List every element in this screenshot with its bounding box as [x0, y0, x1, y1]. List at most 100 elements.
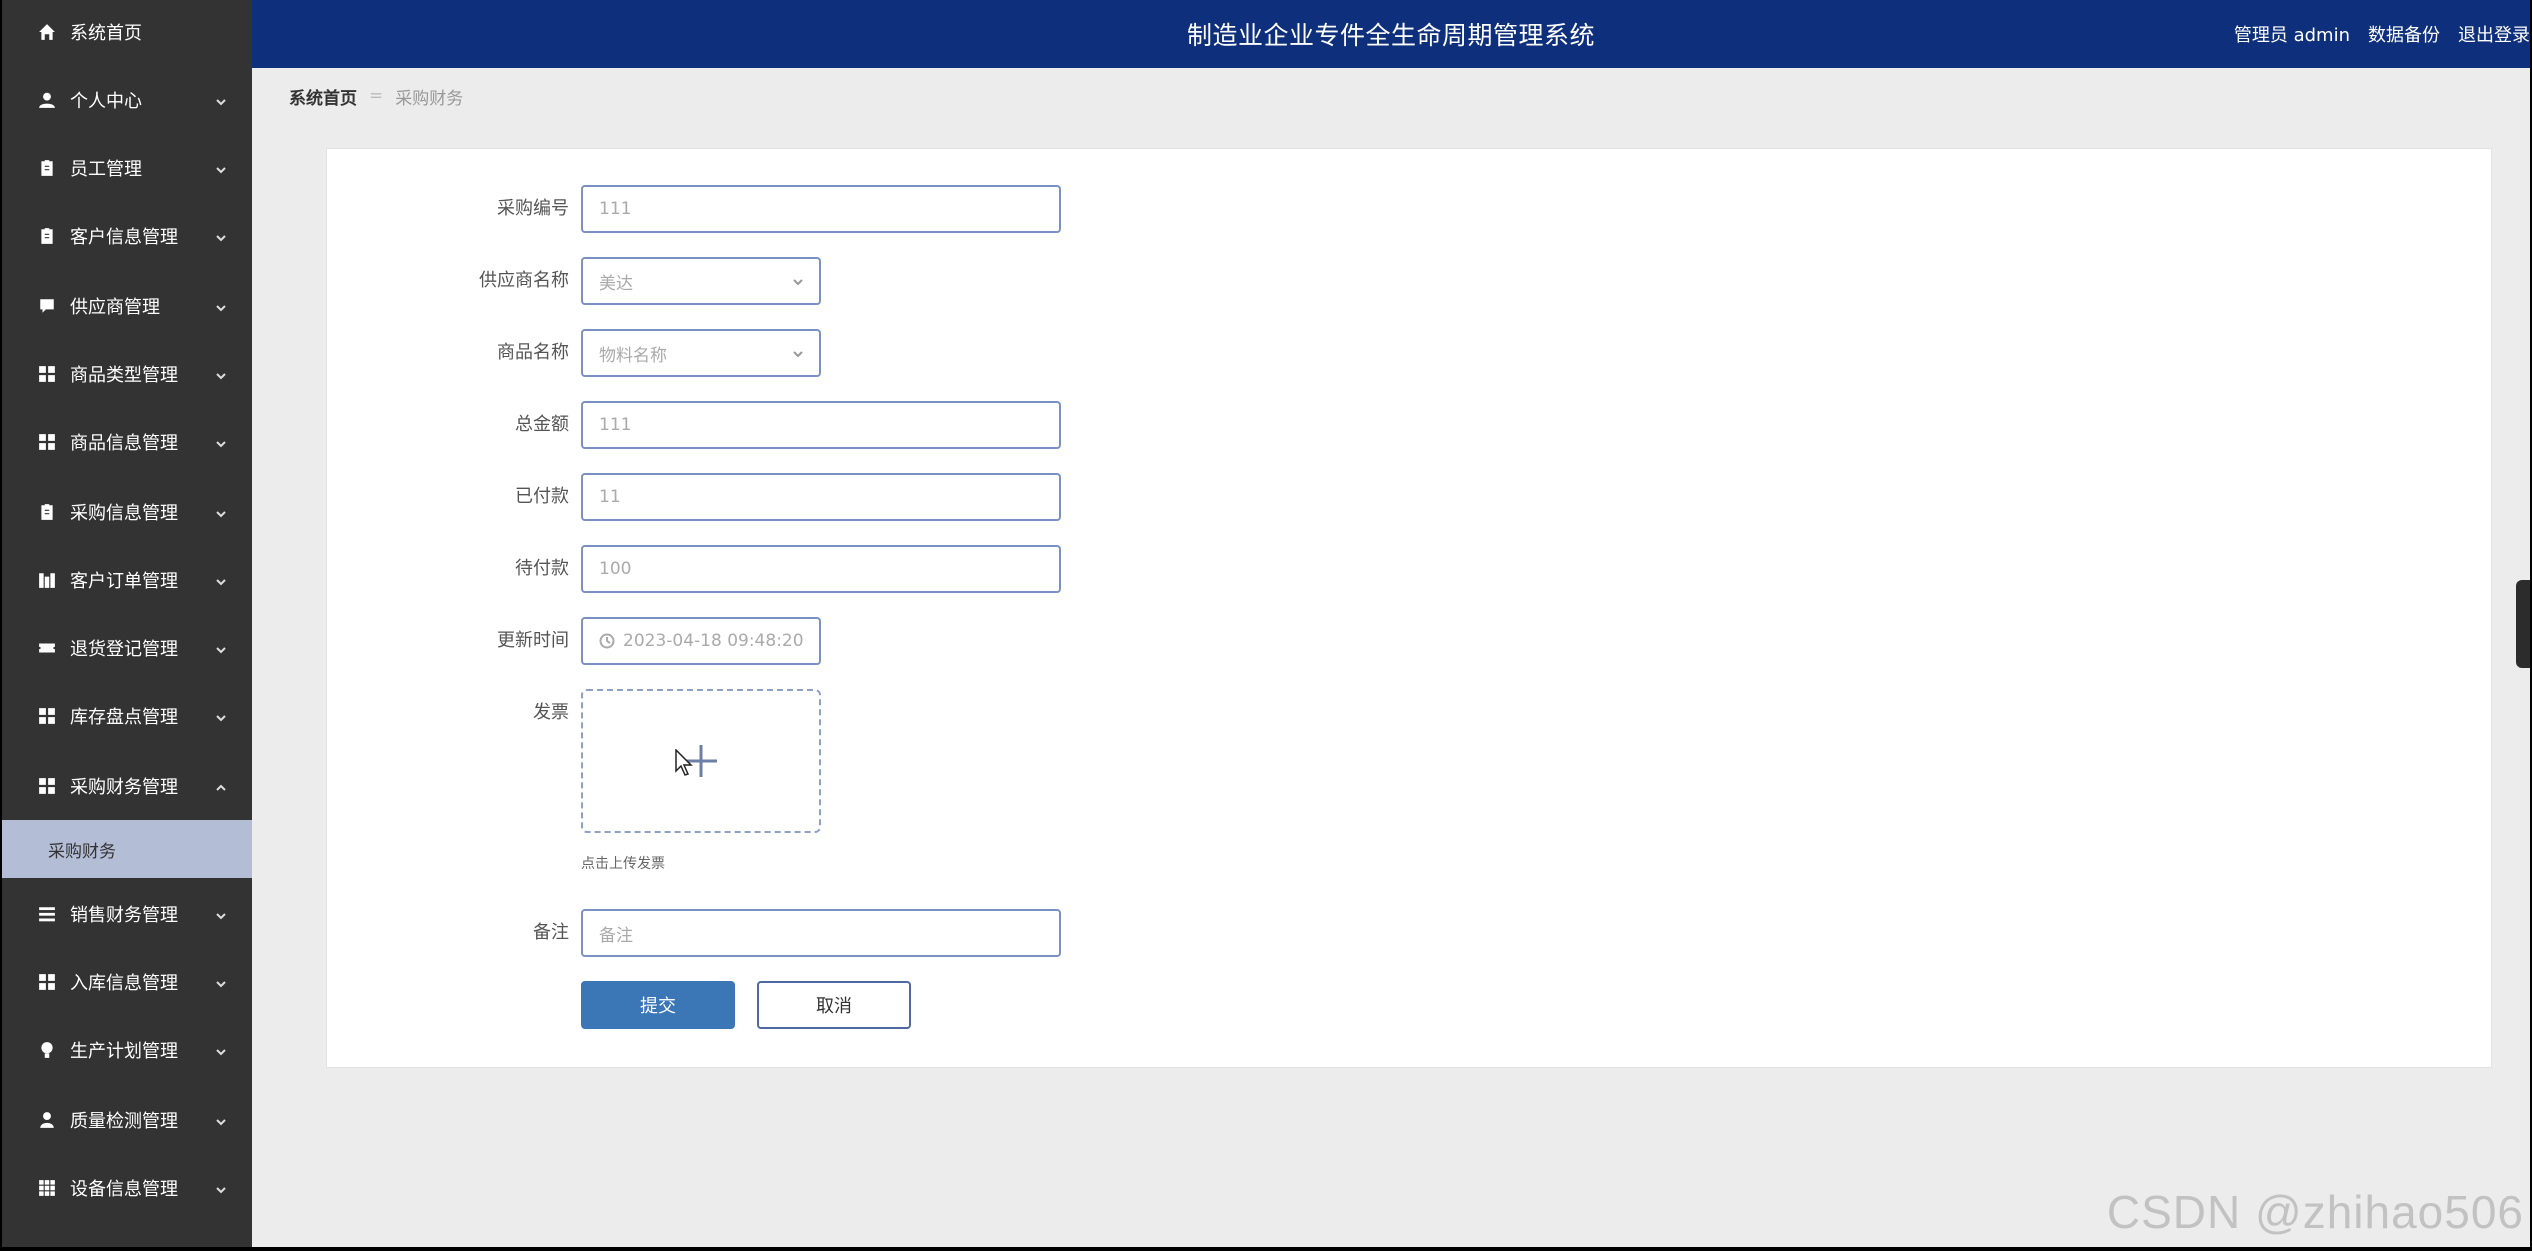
product-placeholder: 物料名称	[599, 345, 667, 366]
total-label: 总金额	[515, 414, 569, 435]
sidebar-item-home[interactable]: 系统首页	[2, 2, 252, 62]
sidebar-item-label: 商品类型管理	[70, 365, 178, 386]
grid-icon	[38, 973, 56, 991]
chat-icon	[38, 297, 56, 315]
form-card: 采购编号 111 供应商名称 美达 商品名称 物料名称 总金额 111 已付款 …	[326, 148, 2492, 1068]
chevron-down-icon	[214, 907, 228, 921]
invoice-upload-hint: 点击上传发票	[581, 856, 665, 872]
apps-icon	[38, 1179, 56, 1197]
sidebar-item-personal[interactable]: 个人中心	[2, 70, 252, 130]
total-value: 111	[599, 415, 632, 435]
chevron-down-icon	[214, 161, 228, 175]
app-window: 系统首页 个人中心 员工管理 客户信息管理 供应商管理 商品类型管理 商品信息管…	[2, 0, 2530, 1247]
updated-datetime-picker[interactable]: 2023-04-18 09:48:20	[581, 617, 821, 665]
grid-icon	[38, 365, 56, 383]
chevron-down-icon	[214, 1043, 228, 1057]
supplier-select[interactable]: 美达	[581, 257, 821, 305]
home-icon	[38, 23, 56, 41]
top-header: 制造业企业专件全生命周期管理系统 管理员 admin 数据备份 退出登录	[252, 0, 2530, 68]
product-select[interactable]: 物料名称	[581, 329, 821, 377]
sidebar-item-label: 入库信息管理	[70, 973, 178, 994]
cancel-button[interactable]: 取消	[757, 981, 911, 1029]
grid-icon	[38, 433, 56, 451]
chevron-down-icon	[214, 93, 228, 107]
supplier-label: 供应商名称	[479, 270, 569, 291]
backup-link[interactable]: 数据备份	[2368, 21, 2440, 47]
paid-value: 11	[599, 487, 621, 507]
remark-input[interactable]: 备注	[581, 909, 1061, 957]
chevron-down-icon	[214, 299, 228, 313]
sidebar-item-label: 采购财务管理	[70, 777, 178, 798]
sidebar-item-product-info[interactable]: 商品信息管理	[2, 412, 252, 472]
submit-button[interactable]: 提交	[581, 981, 735, 1029]
paid-input[interactable]: 11	[581, 473, 1061, 521]
sidebar-item-purchase-info[interactable]: 采购信息管理	[2, 482, 252, 542]
breadcrumb-home[interactable]: 系统首页	[289, 84, 357, 109]
sidebar-item-purchase-finance[interactable]: 采购财务管理	[2, 756, 252, 816]
product-label: 商品名称	[497, 342, 569, 363]
sidebar-item-equipment[interactable]: 设备信息管理	[2, 1158, 252, 1218]
grid-icon	[38, 777, 56, 795]
sidebar-item-quality[interactable]: 质量检测管理	[2, 1090, 252, 1150]
current-user: 管理员 admin	[2233, 25, 2350, 46]
sidebar-item-staff[interactable]: 员工管理	[2, 138, 252, 198]
logout-link[interactable]: 退出登录	[2458, 21, 2530, 47]
sidebar-item-label: 销售财务管理	[70, 905, 178, 926]
sidebar-item-customer-order[interactable]: 客户订单管理	[2, 550, 252, 610]
list-icon	[38, 905, 56, 923]
purchase-no-input[interactable]: 111	[581, 185, 1061, 233]
user-icon	[38, 91, 56, 109]
updated-label: 更新时间	[497, 630, 569, 651]
sidebar-item-supplier[interactable]: 供应商管理	[2, 276, 252, 336]
supplier-value: 美达	[599, 273, 633, 294]
chevron-down-icon	[214, 975, 228, 989]
mouse-cursor-icon	[675, 748, 695, 777]
chevron-down-icon	[214, 1181, 228, 1195]
sidebar-item-label: 设备信息管理	[70, 1179, 178, 1200]
chevron-down-icon	[214, 641, 228, 655]
purchase-no-value: 111	[599, 199, 632, 219]
chevron-down-icon	[214, 435, 228, 449]
pending-input[interactable]: 100	[581, 545, 1061, 593]
person-icon	[38, 1111, 56, 1129]
sidebar-item-label: 员工管理	[70, 159, 142, 180]
sidebar-item-label: 客户订单管理	[70, 571, 178, 592]
chart-icon	[38, 571, 56, 589]
chevron-down-icon	[214, 229, 228, 243]
header-links: 管理员 admin 数据备份 退出登录	[2216, 0, 2530, 68]
sidebar-item-label: 生产计划管理	[70, 1041, 178, 1062]
clock-icon	[599, 633, 615, 649]
sidebar-item-label: 个人中心	[70, 91, 142, 112]
grid-icon	[38, 707, 56, 725]
sidebar-item-label: 客户信息管理	[70, 227, 178, 248]
sidebar-item-sales-finance[interactable]: 销售财务管理	[2, 884, 252, 944]
system-title: 制造业企业专件全生命周期管理系统	[1186, 21, 1595, 50]
invoice-label: 发票	[533, 702, 569, 723]
sidebar-item-label: 库存盘点管理	[70, 707, 178, 728]
remark-placeholder: 备注	[599, 925, 633, 946]
sidebar-item-stock-in[interactable]: 入库信息管理	[2, 952, 252, 1012]
chevron-down-icon	[214, 367, 228, 381]
scrollbar-handle[interactable]	[2516, 580, 2530, 668]
breadcrumb-current: 采购财务	[395, 88, 464, 109]
sidebar-item-production-plan[interactable]: 生产计划管理	[2, 1020, 252, 1080]
sidebar-item-customer[interactable]: 客户信息管理	[2, 206, 252, 266]
sidebar-item-label: 质量检测管理	[70, 1111, 178, 1132]
updated-value: 2023-04-18 09:48:20	[623, 631, 804, 651]
sidebar-subitem-purchase-finance[interactable]: 采购财务	[2, 820, 252, 878]
sidebar-item-product-type[interactable]: 商品类型管理	[2, 344, 252, 404]
watermark: CSDN @zhihao506	[2106, 1186, 2524, 1238]
sidebar-item-inventory[interactable]: 库存盘点管理	[2, 686, 252, 746]
chevron-down-icon	[214, 573, 228, 587]
sidebar: 系统首页 个人中心 员工管理 客户信息管理 供应商管理 商品类型管理 商品信息管…	[2, 0, 252, 1247]
sidebar-item-label: 供应商管理	[70, 297, 160, 318]
sidebar-item-label: 商品信息管理	[70, 433, 178, 454]
sidebar-item-return[interactable]: 退货登记管理	[2, 618, 252, 678]
chevron-up-icon	[214, 779, 228, 793]
invoice-upload-box[interactable]	[581, 689, 821, 833]
total-input[interactable]: 111	[581, 401, 1061, 449]
breadcrumb-separator: =	[369, 86, 384, 106]
ticket-icon	[38, 639, 56, 657]
chevron-down-icon	[214, 1113, 228, 1127]
pending-value: 100	[599, 559, 632, 579]
